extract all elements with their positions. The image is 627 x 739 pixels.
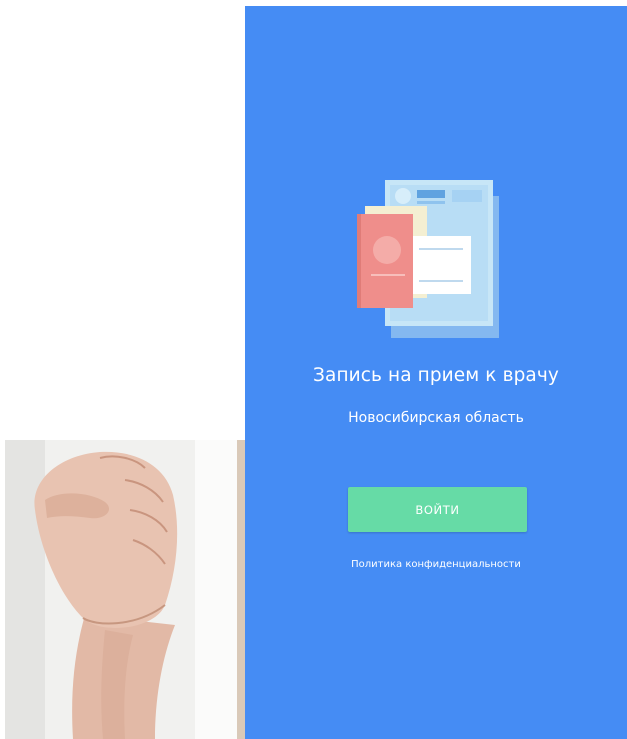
app-screen: Запись на прием к врачу Новосибирская об… xyxy=(245,6,627,739)
composite-image: Запись на прием к врачу Новосибирская об… xyxy=(0,0,627,739)
raised-fist-icon xyxy=(5,440,245,739)
documents-icon xyxy=(357,180,499,338)
privacy-policy-link[interactable]: Политика конфиденциальности xyxy=(245,558,627,572)
login-button[interactable]: ВОЙТИ xyxy=(348,487,527,532)
raised-fist-photo xyxy=(5,440,245,739)
medical-documents-illustration xyxy=(357,174,507,344)
app-title: Запись на прием к врачу xyxy=(313,365,559,386)
region-label: Новосибирская область xyxy=(348,410,524,426)
